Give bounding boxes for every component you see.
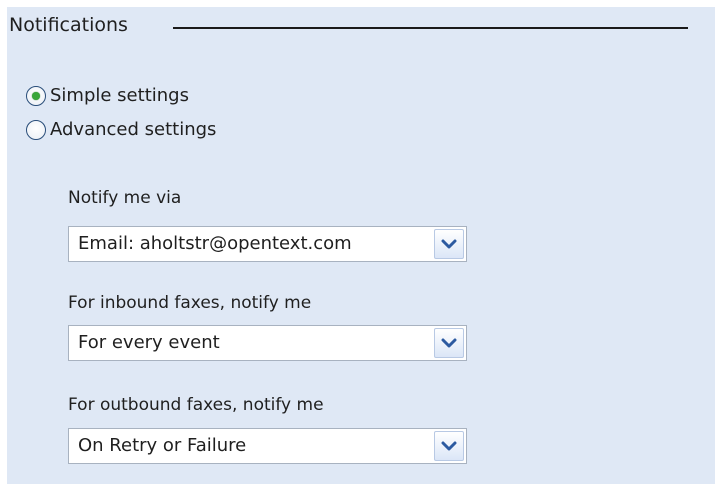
chevron-down-icon[interactable] xyxy=(434,431,464,461)
outbound-notify-select[interactable]: On Retry or Failure xyxy=(68,428,467,464)
fieldset-legend: Notifications xyxy=(9,14,128,36)
inbound-notify-select[interactable]: For every event xyxy=(68,325,467,361)
inbound-notify-label: For inbound faxes, notify me xyxy=(68,293,312,313)
legend-divider xyxy=(173,27,688,29)
notify-via-value: Email: aholtstr@opentext.com xyxy=(78,233,352,254)
outbound-notify-value: On Retry or Failure xyxy=(78,435,247,456)
radio-dot xyxy=(32,92,40,100)
notify-via-select[interactable]: Email: aholtstr@opentext.com xyxy=(68,226,467,262)
advanced-settings-label[interactable]: Advanced settings xyxy=(50,118,216,142)
radio-selected-icon[interactable] xyxy=(26,86,46,106)
chevron-down-icon[interactable] xyxy=(434,229,464,259)
outbound-notify-label: For outbound faxes, notify me xyxy=(68,395,324,415)
notify-via-label: Notify me via xyxy=(68,188,182,208)
inbound-notify-value: For every event xyxy=(78,332,220,353)
notifications-fieldset: Notifications Simple settings Advanced s… xyxy=(7,7,715,484)
simple-settings-radio[interactable]: Simple settings xyxy=(26,82,189,110)
simple-settings-label[interactable]: Simple settings xyxy=(50,84,189,108)
radio-unselected-icon[interactable] xyxy=(26,120,46,140)
chevron-down-icon[interactable] xyxy=(434,328,464,358)
advanced-settings-radio[interactable]: Advanced settings xyxy=(26,116,216,144)
